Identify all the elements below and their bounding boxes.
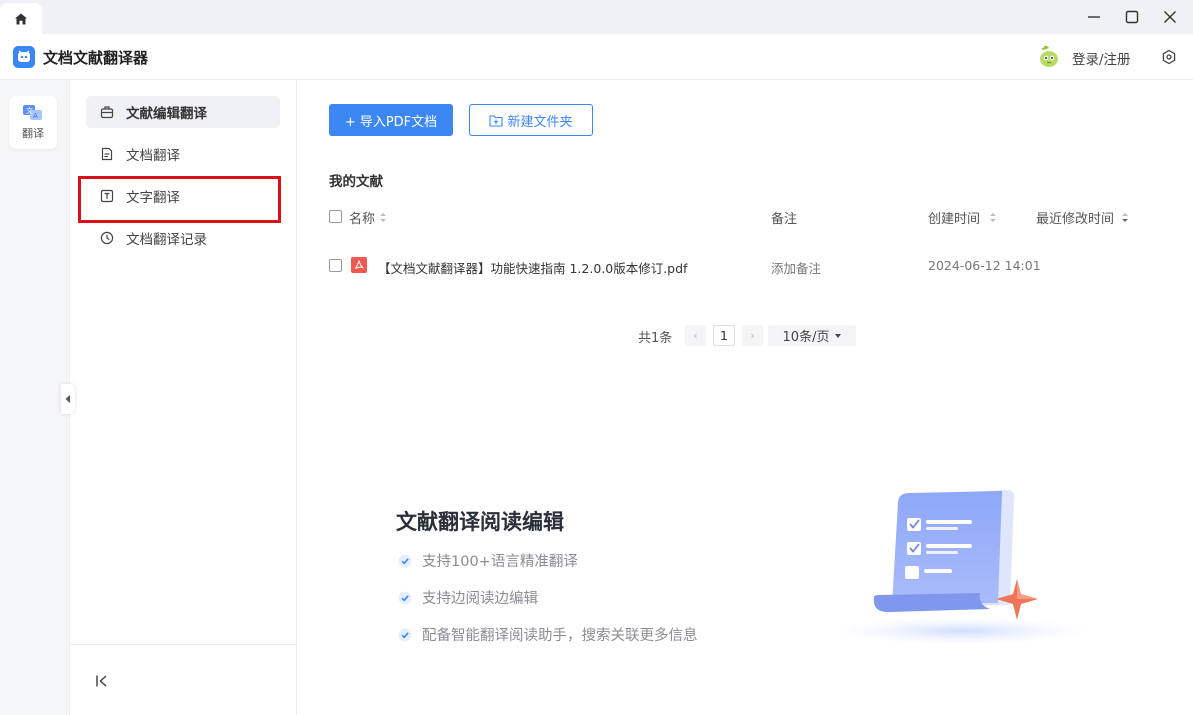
- rail-translate-label: 翻译: [22, 127, 44, 140]
- check-circle-icon: [398, 628, 412, 641]
- page-size-select[interactable]: 10条/页: [768, 325, 856, 346]
- promo-title: 文献翻译阅读编辑: [396, 510, 564, 534]
- sidebar-item-literature-edit-translate[interactable]: 文献编辑翻译: [86, 96, 280, 128]
- pagination-prev-button[interactable]: ‹: [685, 325, 706, 346]
- sidebar-footer: [70, 644, 296, 715]
- title-bar: [0, 0, 1193, 34]
- promo-feature: 支持100+语言精准翻译: [398, 550, 578, 571]
- maximize-icon: [1125, 10, 1139, 24]
- import-pdf-button[interactable]: + 导入PDF文档: [329, 104, 453, 136]
- section-title: 我的文献: [329, 174, 383, 190]
- app-header: 文档文献翻译器 登录/注册: [0, 34, 1193, 80]
- checklist-illustration: [832, 489, 1092, 645]
- briefcase-icon: [100, 106, 114, 119]
- file-name[interactable]: 【文档文献翻译器】功能快速指南 1.2.0.0版本修订.pdf: [378, 258, 687, 277]
- add-note-link[interactable]: 添加备注: [771, 258, 821, 277]
- sort-icon[interactable]: [990, 212, 997, 223]
- created-date: 2024-06-12 14:01: [928, 258, 1041, 273]
- sort-icon[interactable]: [380, 212, 387, 223]
- sidebar-item-label: 文档翻译: [126, 148, 180, 164]
- login-register-link[interactable]: 登录/注册: [1072, 48, 1131, 68]
- highlight-annotation: [78, 176, 281, 223]
- column-header-created-label: 创建时间: [928, 212, 981, 227]
- pagination-total: 共1条: [638, 331, 673, 346]
- translate-icon: 文 A: [23, 105, 42, 120]
- sidebar-item-label: 文献编辑翻译: [126, 106, 207, 122]
- sidebar-item-translation-history[interactable]: 文档翻译记录: [86, 222, 280, 254]
- caret-down-icon: [835, 333, 842, 338]
- column-header-created[interactable]: 创建时间: [928, 208, 997, 227]
- pdf-file-icon: [351, 257, 367, 273]
- promo-feature-label: 支持100+语言精准翻译: [422, 554, 578, 570]
- check-circle-icon: [398, 591, 412, 604]
- left-rail: 文 A 翻译: [0, 80, 70, 715]
- column-header-name-label: 名称: [349, 212, 376, 227]
- caret-left-icon: [65, 395, 70, 403]
- column-header-name[interactable]: 名称: [349, 208, 387, 227]
- sidebar-item-document-translate[interactable]: 文档翻译: [86, 138, 280, 170]
- table-row[interactable]: 【文档文献翻译器】功能快速指南 1.2.0.0版本修订.pdf 添加备注 202…: [325, 245, 1145, 285]
- svg-text:文: 文: [26, 106, 33, 115]
- page-size-value: 10条/页: [782, 330, 830, 345]
- home-tab[interactable]: [0, 3, 42, 34]
- column-header-modified[interactable]: 最近修改时间: [1036, 208, 1129, 227]
- close-icon: [1164, 11, 1176, 23]
- minimize-icon: [1088, 16, 1100, 18]
- sidebar-item-label: 文档翻译记录: [126, 232, 207, 248]
- column-header-modified-label: 最近修改时间: [1036, 212, 1115, 227]
- rail-translate[interactable]: 文 A 翻译: [9, 96, 57, 149]
- avatar[interactable]: [1037, 44, 1061, 68]
- promo-feature: 配备智能翻译阅读助手，搜索关联更多信息: [398, 624, 698, 645]
- settings-icon[interactable]: [1161, 49, 1177, 65]
- svg-text:A: A: [33, 112, 38, 120]
- collapse-sidebar-icon[interactable]: [94, 673, 110, 689]
- promo-feature-label: 支持边阅读边编辑: [422, 591, 538, 607]
- clock-icon: [100, 231, 114, 245]
- new-folder-button[interactable]: 新建文件夹: [469, 104, 593, 136]
- pagination-page-1[interactable]: 1: [713, 325, 735, 346]
- document-icon: [101, 147, 113, 161]
- check-circle-icon: [398, 554, 412, 567]
- app-title: 文档文献翻译器: [43, 49, 149, 67]
- pagination-next-button[interactable]: ›: [742, 325, 763, 346]
- folder-add-icon: [489, 114, 504, 127]
- row-checkbox[interactable]: [329, 259, 342, 272]
- home-icon: [15, 13, 27, 24]
- new-folder-label: 新建文件夹: [507, 114, 573, 130]
- close-button[interactable]: [1155, 4, 1185, 30]
- select-all-checkbox[interactable]: [329, 210, 342, 223]
- promo-feature: 支持边阅读边编辑: [398, 587, 538, 608]
- maximize-button[interactable]: [1117, 4, 1147, 30]
- column-header-note: 备注: [771, 208, 797, 227]
- sidebar-toggle[interactable]: [61, 384, 75, 414]
- column-header-note-label: 备注: [771, 212, 798, 227]
- sort-icon[interactable]: [1122, 212, 1129, 223]
- minimize-button[interactable]: [1079, 4, 1109, 30]
- app-logo-icon: [13, 46, 35, 68]
- promo-feature-label: 配备智能翻译阅读助手，搜索关联更多信息: [422, 628, 698, 644]
